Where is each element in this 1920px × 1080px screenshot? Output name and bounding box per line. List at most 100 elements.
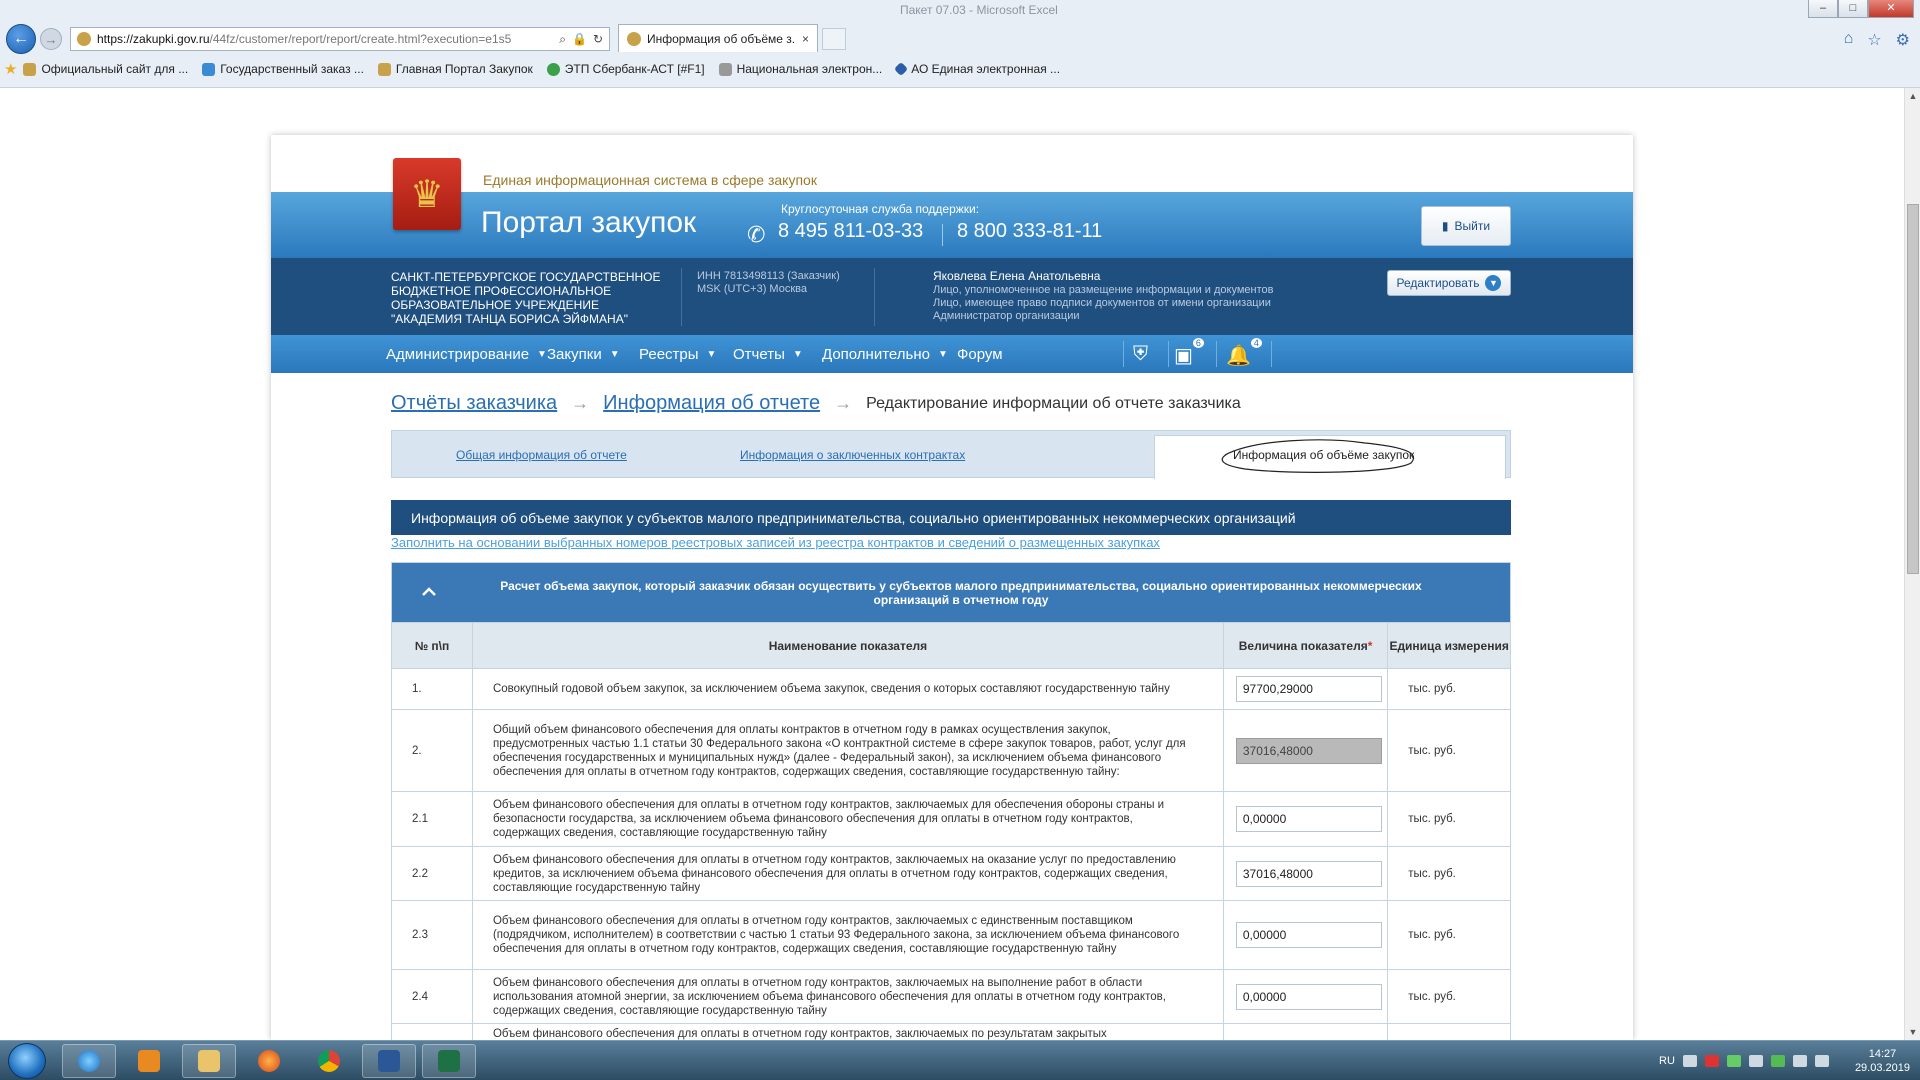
row-indicator-name: Объем финансового обеспечения для оплаты… bbox=[471, 846, 1224, 901]
logout-button[interactable]: ▮ Выйти bbox=[1421, 206, 1511, 246]
home-icon[interactable]: ⌂ bbox=[1844, 30, 1854, 50]
network-icon[interactable] bbox=[1792, 1055, 1807, 1067]
indicator-value-input[interactable] bbox=[1235, 806, 1382, 832]
column-header-value: Величина показателя* bbox=[1222, 622, 1389, 669]
divider bbox=[874, 268, 875, 326]
favorites-add-icon[interactable]: ★ bbox=[4, 60, 17, 78]
volume-icon[interactable] bbox=[1814, 1055, 1829, 1067]
collapse-chevron-up-icon[interactable] bbox=[420, 583, 438, 601]
favorites-bar: ★ Официальный сайт для ... Государственн… bbox=[0, 58, 1920, 80]
taskbar-excel[interactable] bbox=[422, 1044, 476, 1078]
tray-icon[interactable] bbox=[1704, 1055, 1719, 1067]
menu-item-forum[interactable]: Форум bbox=[957, 346, 1003, 363]
menu-item-reports[interactable]: Отчеты ▼ bbox=[733, 346, 803, 363]
menu-item-purchases[interactable]: Закупки ▼ bbox=[547, 346, 620, 363]
favorite-link[interactable]: Национальная электрон... bbox=[718, 62, 882, 76]
row-indicator-name: Объем финансового обеспечения для оплаты… bbox=[471, 900, 1224, 970]
close-window-button[interactable]: ✕ bbox=[1868, 0, 1914, 18]
minimize-button[interactable]: – bbox=[1808, 0, 1838, 18]
chevron-down-icon: ▼ bbox=[792, 349, 803, 360]
clock-time: 14:27 bbox=[1868, 1048, 1897, 1060]
system-tray: RU 14:27 29.03.2019 bbox=[1659, 1047, 1910, 1075]
firefox-icon bbox=[258, 1050, 280, 1072]
indicator-value-input[interactable] bbox=[1235, 860, 1382, 887]
tray-icon[interactable] bbox=[1726, 1055, 1741, 1067]
calendar-icon[interactable]: ▣6 bbox=[1174, 338, 1204, 368]
menu-item-registries[interactable]: Реестры ▼ bbox=[639, 346, 716, 363]
menu-item-administration[interactable]: Администрирование ▼ bbox=[386, 346, 547, 363]
edit-profile-button[interactable]: Редактировать ▼ bbox=[1387, 270, 1511, 296]
menu-item-additional[interactable]: Дополнительно ▼ bbox=[822, 346, 948, 363]
taskbar-chrome[interactable] bbox=[302, 1044, 356, 1078]
scroll-thumb[interactable] bbox=[1907, 204, 1919, 574]
shield-icon[interactable]: ⛨ bbox=[1133, 343, 1148, 366]
tray-icon[interactable] bbox=[1770, 1055, 1785, 1067]
row-indicator-name: Объем финансового обеспечения для оплаты… bbox=[471, 791, 1224, 847]
tab-contracts-info[interactable]: Информация о заключенных контрактах bbox=[740, 448, 965, 462]
bell-icon[interactable]: 🔔4 bbox=[1226, 338, 1262, 368]
row-value-cell bbox=[1222, 668, 1389, 710]
eis-title: Единая информационная система в сфере за… bbox=[483, 172, 817, 188]
table-row: 2. Общий объем финансового обеспечения д… bbox=[391, 709, 1511, 792]
browser-tab[interactable]: Информация об объёме з... × bbox=[618, 24, 818, 52]
search-icon[interactable]: ⌕ bbox=[559, 32, 566, 47]
back-button[interactable]: ← bbox=[6, 24, 36, 54]
support-phone-1: 8 495 811-03-33 bbox=[778, 220, 924, 242]
favorite-link[interactable]: АО Единая электронная ... bbox=[894, 61, 1060, 77]
taskbar-word[interactable] bbox=[362, 1044, 416, 1078]
support-label: Круглосуточная служба поддержки: bbox=[781, 202, 980, 216]
column-header-name: Наименование показателя bbox=[471, 622, 1224, 669]
row-indicator-name: Общий объем финансового обеспечения для … bbox=[471, 709, 1224, 792]
clock[interactable]: 14:27 29.03.2019 bbox=[1855, 1047, 1910, 1075]
breadcrumb-link-reports[interactable]: Отчёты заказчика bbox=[391, 392, 557, 415]
favorites-star-icon[interactable]: ☆ bbox=[1867, 30, 1881, 50]
organization-info-bar: САНКТ-ПЕТЕРБУРГСКОЕ ГОСУДАРСТВЕННОЕ БЮДЖ… bbox=[271, 258, 1633, 335]
scroll-down-icon[interactable]: ▼ bbox=[1905, 1024, 1920, 1040]
favorite-link[interactable]: Официальный сайт для ... bbox=[23, 62, 188, 76]
favorite-link[interactable]: Государственный заказ ... bbox=[202, 62, 364, 76]
taskbar-explorer[interactable] bbox=[182, 1044, 236, 1078]
row-number bbox=[391, 1023, 473, 1040]
tab-purchase-volume[interactable]: Информация об объёме закупок bbox=[1154, 435, 1506, 479]
door-icon: ▮ bbox=[1441, 219, 1449, 233]
tab-close-icon[interactable]: × bbox=[802, 32, 809, 46]
breadcrumb-link-report-info[interactable]: Информация об отчете bbox=[603, 392, 820, 415]
forward-button[interactable]: → bbox=[40, 28, 62, 50]
gear-icon[interactable]: ⚙ bbox=[1896, 30, 1910, 50]
favorite-link[interactable]: Главная Портал Закупок bbox=[377, 62, 533, 76]
row-unit: тыс. руб. bbox=[1387, 846, 1511, 901]
fill-from-registry-link[interactable]: Заполнить на основании выбранных номеров… bbox=[391, 535, 1160, 550]
chrome-icon bbox=[318, 1050, 340, 1072]
user-info: Яковлева Елена Анатольевна Лицо, уполном… bbox=[933, 270, 1273, 323]
page-scrollbar[interactable]: ▲ ▼ bbox=[1904, 88, 1920, 1040]
indicator-value-input[interactable] bbox=[1235, 922, 1382, 948]
arrow-right-icon: → bbox=[834, 393, 853, 413]
row-number: 2. bbox=[391, 709, 473, 792]
portal-banner: Портал закупок ✆ Круглосуточная служба п… bbox=[271, 192, 1633, 258]
taskbar-firefox[interactable] bbox=[242, 1044, 296, 1078]
tab-favicon bbox=[627, 31, 641, 46]
lock-icon[interactable]: 🔒 bbox=[572, 32, 587, 47]
indicator-value-input[interactable] bbox=[1235, 983, 1382, 1010]
row-unit: тыс. руб. bbox=[1387, 900, 1511, 970]
tray-icon[interactable] bbox=[1682, 1055, 1697, 1067]
sberbank-icon bbox=[546, 62, 560, 76]
tab-general-info[interactable]: Общая информация об отчете bbox=[456, 448, 627, 462]
indicator-value-input[interactable] bbox=[1235, 676, 1382, 702]
language-indicator[interactable]: RU bbox=[1659, 1055, 1675, 1067]
diamond-icon bbox=[894, 61, 909, 77]
column-header-unit: Единица измерения bbox=[1387, 622, 1511, 669]
divider bbox=[1123, 341, 1124, 367]
maximize-button[interactable]: □ bbox=[1838, 0, 1868, 18]
indicator-value-readonly bbox=[1235, 737, 1382, 764]
favorite-link[interactable]: ЭТП Сбербанк-АСТ [#F1] bbox=[546, 62, 705, 76]
tray-icon[interactable] bbox=[1748, 1055, 1763, 1067]
address-bar[interactable]: https://zakupki.gov.ru /44fz/customer/re… bbox=[70, 27, 610, 51]
taskbar-ie[interactable] bbox=[62, 1044, 116, 1078]
phone-divider bbox=[942, 224, 943, 246]
start-button[interactable] bbox=[8, 1043, 46, 1079]
scroll-up-icon[interactable]: ▲ bbox=[1905, 88, 1920, 104]
taskbar-media-player[interactable] bbox=[122, 1044, 176, 1078]
refresh-icon[interactable]: ↻ bbox=[593, 32, 603, 47]
new-tab-button[interactable] bbox=[822, 28, 846, 50]
